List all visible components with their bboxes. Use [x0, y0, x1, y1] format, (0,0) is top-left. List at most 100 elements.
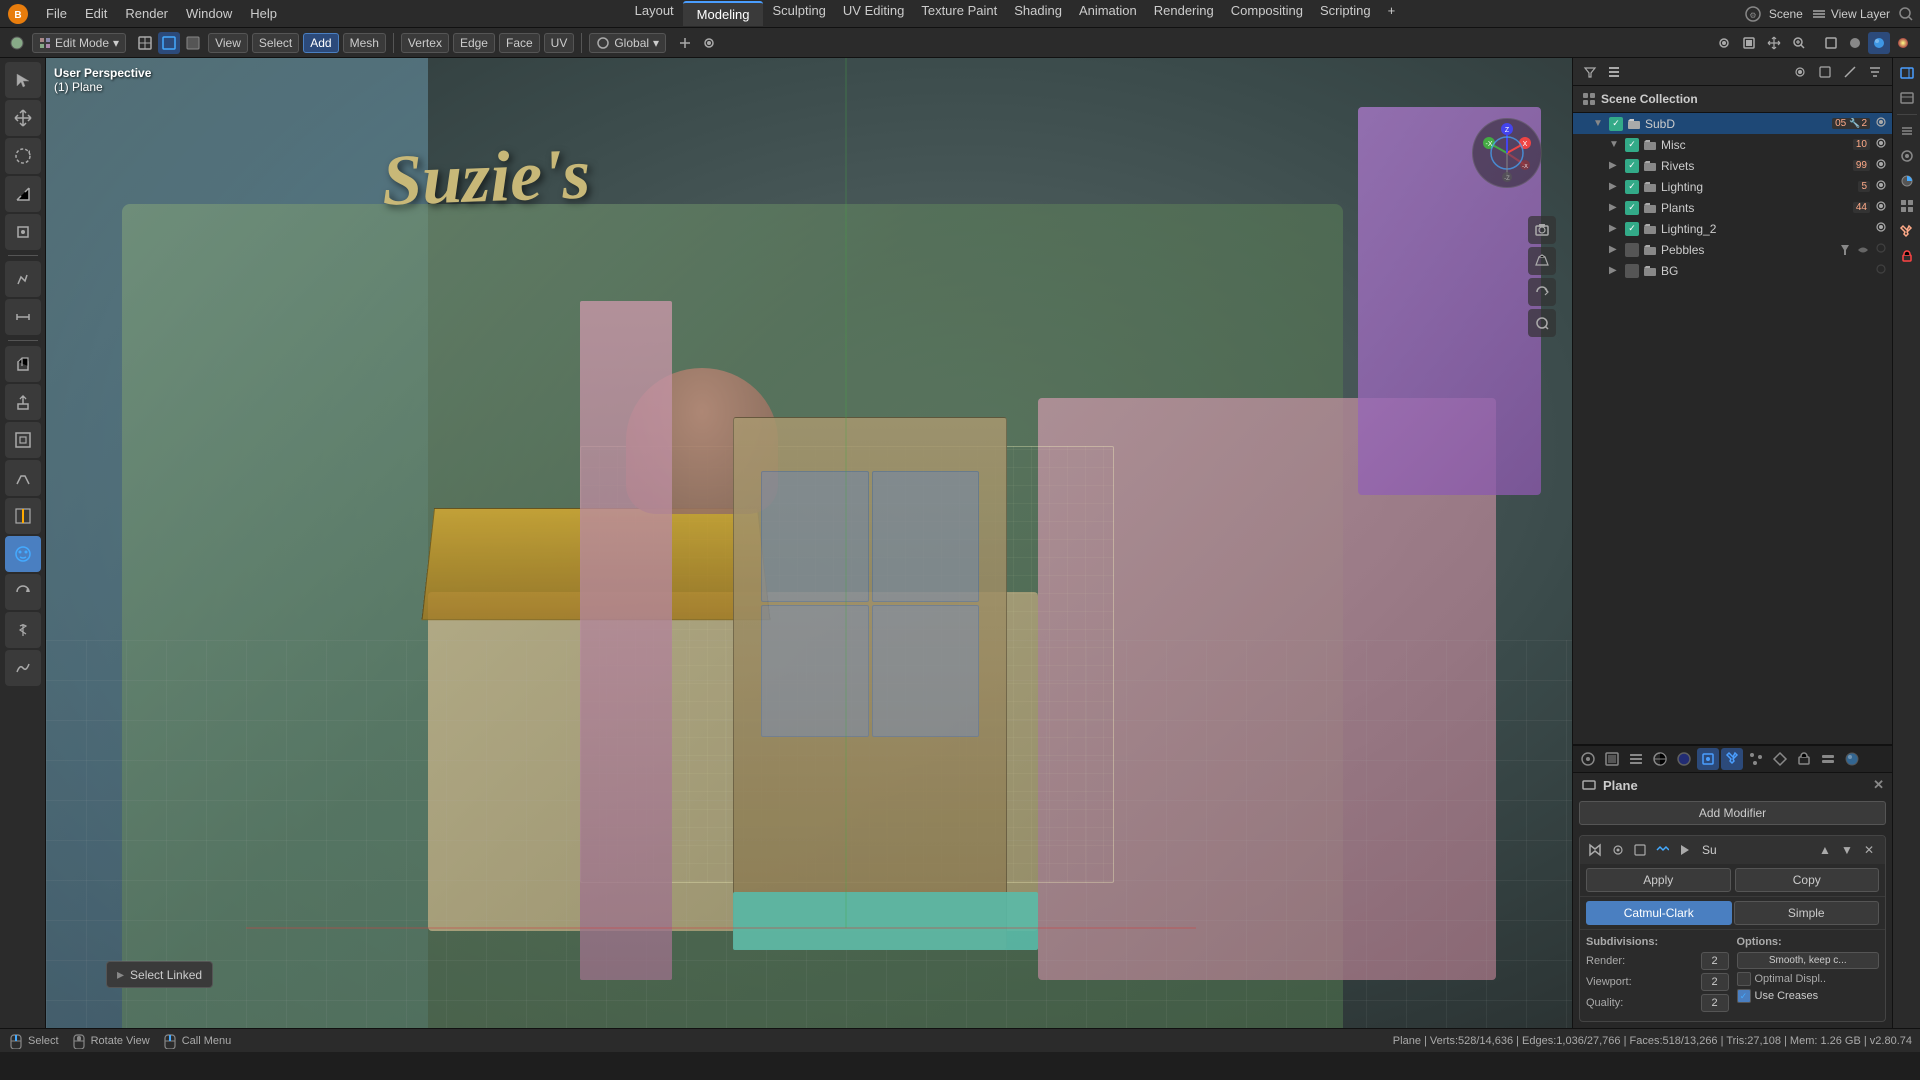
outliner-display-icon[interactable]	[1603, 61, 1625, 83]
tab-rendering[interactable]: Rendering	[1146, 1, 1222, 26]
menu-edit[interactable]: Edit	[77, 4, 115, 23]
physics-props-icon[interactable]	[1769, 748, 1791, 770]
checkbox-misc[interactable]: ✓	[1625, 138, 1639, 152]
checkbox-plants[interactable]: ✓	[1625, 201, 1639, 215]
properties-toggle-icon[interactable]	[1896, 87, 1918, 109]
face-btn[interactable]: Face	[499, 33, 540, 53]
shading-pie-icon[interactable]	[1896, 170, 1918, 192]
material-shading-btn[interactable]	[1868, 32, 1890, 54]
lighting2-vis-icon[interactable]	[1874, 220, 1888, 237]
snap-btn[interactable]	[674, 32, 696, 54]
tab-animation[interactable]: Animation	[1071, 1, 1145, 26]
viewport-3d[interactable]: Suzie's User Pers	[46, 58, 1572, 1028]
collection-plants[interactable]: ▶ ✓ Plants 44	[1573, 197, 1892, 218]
mod-move-down-icon[interactable]: ▼	[1837, 840, 1857, 860]
menu-file[interactable]: File	[38, 4, 75, 23]
tab-compositing[interactable]: Compositing	[1223, 1, 1311, 26]
rotate-tool[interactable]	[5, 138, 41, 174]
edge-btn[interactable]: Edge	[453, 33, 495, 53]
material-props-icon[interactable]	[1841, 748, 1863, 770]
add-modifier-btn[interactable]: Add Modifier	[1579, 801, 1886, 825]
add-cube-tool[interactable]	[5, 346, 41, 382]
misc-vis-icon[interactable]	[1874, 136, 1888, 153]
orbit-icon[interactable]	[1528, 278, 1556, 306]
render-btn[interactable]	[1738, 32, 1760, 54]
menu-render[interactable]: Render	[117, 4, 176, 23]
bevel-tool[interactable]	[5, 460, 41, 496]
vertex-btn[interactable]: Vertex	[401, 33, 449, 53]
subd-visibility-icon[interactable]	[1874, 115, 1888, 132]
select-btn[interactable]: Select	[252, 33, 299, 53]
display-mode-icon[interactable]	[134, 32, 156, 54]
sidebar-toggle-icon[interactable]	[1896, 62, 1918, 84]
tab-shading[interactable]: Shading	[1006, 1, 1070, 26]
particle-props-icon[interactable]	[1745, 748, 1767, 770]
object-visibility-btn[interactable]	[1713, 32, 1735, 54]
world-props-icon[interactable]	[1673, 748, 1695, 770]
solid-display-icon[interactable]	[182, 32, 204, 54]
measure-tool[interactable]	[5, 299, 41, 335]
view-btn[interactable]: View	[208, 33, 248, 53]
overlay-settings-icon[interactable]	[1896, 145, 1918, 167]
smooth-tool[interactable]	[5, 650, 41, 686]
rendered-shading-btn[interactable]	[1892, 32, 1914, 54]
mod-render-only-icon[interactable]	[1674, 840, 1694, 860]
scene-props-icon[interactable]	[1649, 748, 1671, 770]
collection-lighting[interactable]: ▶ ✓ Lighting 5	[1573, 176, 1892, 197]
collection-subd[interactable]: ▼ ✓ SubD 05 🔧 2	[1573, 113, 1892, 134]
wireframe-shading-btn[interactable]	[1820, 32, 1842, 54]
apply-btn[interactable]: Apply	[1586, 868, 1731, 892]
viewport-value[interactable]: 2	[1701, 973, 1729, 991]
mod-visibility-viewport-icon[interactable]	[1630, 840, 1650, 860]
mod-visibility-render-icon[interactable]	[1608, 840, 1628, 860]
perspective-icon[interactable]	[1528, 247, 1556, 275]
menu-help[interactable]: Help	[242, 4, 285, 23]
checkbox-bg[interactable]	[1625, 264, 1639, 278]
navigation-gizmo[interactable]: X -X Z -X -Z	[1462, 108, 1552, 198]
modifier-props-icon[interactable]	[1721, 748, 1743, 770]
tab-uv-editing[interactable]: UV Editing	[835, 1, 912, 26]
modifier-wrench-icon[interactable]	[1896, 220, 1918, 242]
object-props-icon[interactable]	[1697, 748, 1719, 770]
rivets-vis-icon[interactable]	[1874, 157, 1888, 174]
collection-rivets[interactable]: ▶ ✓ Rivets 99	[1573, 155, 1892, 176]
tool-shelf-icon[interactable]	[1896, 120, 1918, 142]
plants-vis-icon[interactable]	[1874, 199, 1888, 216]
tab-sculpting[interactable]: Sculpting	[764, 1, 833, 26]
optimal-disp-checkbox[interactable]	[1737, 972, 1751, 986]
render-value[interactable]: 2	[1701, 952, 1729, 970]
collection-bg[interactable]: ▶ BG	[1573, 260, 1892, 281]
active-tool[interactable]	[5, 536, 41, 572]
cursor-tool[interactable]	[5, 62, 41, 98]
panel-close-btn[interactable]: ✕	[1873, 777, 1884, 793]
filter-collection-icon[interactable]	[1864, 61, 1886, 83]
render-props-icon[interactable]	[1577, 748, 1599, 770]
loop-cut-tool[interactable]	[5, 498, 41, 534]
output-props-icon[interactable]	[1601, 748, 1623, 770]
collection-lighting2[interactable]: ▶ ✓ Lighting_2	[1573, 218, 1892, 239]
mod-delete-icon[interactable]: ✕	[1859, 840, 1879, 860]
collection-misc[interactable]: ▼ ✓ Misc 10	[1573, 134, 1892, 155]
copy-btn[interactable]: Copy	[1735, 868, 1880, 892]
data-props-icon[interactable]	[1817, 748, 1839, 770]
zoom-to-fit-icon[interactable]	[1528, 309, 1556, 337]
inset-tool[interactable]	[5, 422, 41, 458]
viewport-shading-btn[interactable]	[6, 32, 28, 54]
add-btn[interactable]: Add	[303, 33, 338, 53]
transform-dropdown[interactable]: Global ▾	[589, 33, 666, 53]
pebbles-eye-icon[interactable]	[1874, 241, 1888, 258]
use-creases-checkbox[interactable]: ✓	[1737, 989, 1751, 1003]
uv-btn[interactable]: UV	[544, 33, 575, 53]
tab-layout[interactable]: Layout	[627, 1, 682, 26]
extrude-tool[interactable]	[5, 384, 41, 420]
transform-tool[interactable]	[5, 214, 41, 250]
render-restrict-icon[interactable]	[1814, 61, 1836, 83]
mod-realtime-icon[interactable]	[1652, 840, 1672, 860]
wireframe-icon[interactable]	[158, 32, 180, 54]
sidebar-sub-icon[interactable]	[1896, 195, 1918, 217]
bg-eye-icon[interactable]	[1874, 262, 1888, 279]
simple-btn[interactable]: Simple	[1734, 901, 1880, 925]
tab-add[interactable]: +	[1380, 1, 1404, 26]
screw-tool[interactable]	[5, 612, 41, 648]
scale-tool[interactable]	[5, 176, 41, 212]
